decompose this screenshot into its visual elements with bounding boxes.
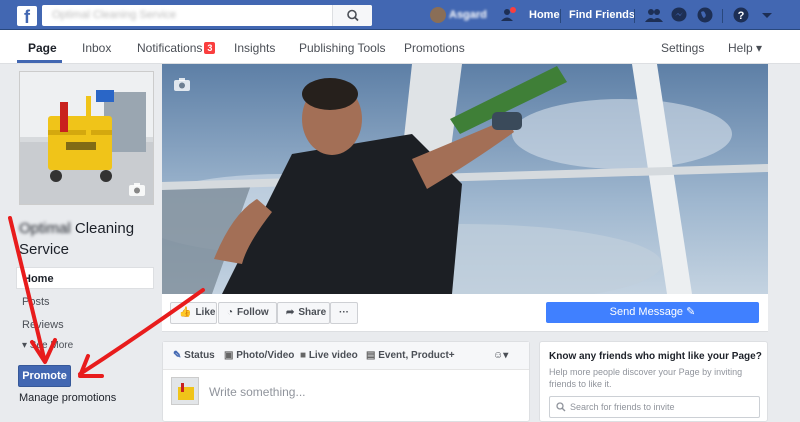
notification-count-badge: 3 (204, 42, 216, 54)
avatar (171, 377, 199, 405)
tab-live-video-label: Live video (308, 350, 358, 361)
tab-publishing-tools[interactable]: Publishing Tools (299, 41, 386, 55)
manage-promotions-link[interactable]: Manage promotions (19, 392, 116, 404)
tab-live-video[interactable]: ■ Live video (300, 350, 358, 361)
divider (722, 9, 723, 23)
share-button-label: Share (298, 307, 327, 318)
avatar[interactable] (430, 7, 446, 23)
camera-icon[interactable] (129, 183, 145, 196)
sidebar-item-see-more[interactable]: ▾ See More (16, 335, 154, 357)
emoji-picker-icon[interactable]: ☺▾ (493, 350, 508, 361)
profile-name-link[interactable]: Asgard (449, 9, 487, 21)
tab-notifications[interactable]: Notifications 3 (137, 41, 216, 55)
invite-friends-card: Know any friends who might like your Pag… (539, 341, 768, 422)
sidebar-item-posts[interactable]: Posts (16, 291, 154, 313)
search-icon (347, 9, 359, 22)
page-title[interactable]: Optimal Cleaning Service (19, 218, 159, 260)
annotation-arrow-head (78, 354, 104, 378)
pencil-icon: ✎ (173, 350, 182, 361)
tab-status-label: Status (184, 350, 215, 361)
promote-button[interactable]: Promote (18, 365, 71, 387)
like-button-label: Like (195, 307, 216, 318)
tab-photo-video[interactable]: ▣ Photo/Video (224, 350, 294, 361)
find-friends-link[interactable]: Find Friends (569, 9, 635, 21)
help-icon[interactable]: ? (732, 6, 750, 24)
search-icon (556, 402, 566, 412)
tab-promotions[interactable]: Promotions (404, 41, 465, 55)
search-input[interactable]: Optimal Cleaning Service (42, 5, 372, 26)
friends-icon[interactable] (645, 6, 663, 24)
search-input-value: Optimal Cleaning Service (52, 9, 177, 21)
tab-help[interactable]: Help ▾ (728, 41, 762, 55)
svg-text:?: ? (738, 10, 745, 22)
tab-settings[interactable]: Settings (661, 41, 704, 55)
composer-tabs: ✎ Status ▣ Photo/Video ■ Live video ▤ Ev… (163, 342, 529, 370)
invite-description: Help more people discover your Page by i… (549, 367, 743, 389)
follow-button-label: Follow (237, 307, 269, 318)
cover-photo[interactable] (162, 64, 768, 294)
tab-event-product-label: Event, Product+ (378, 350, 455, 361)
search-button[interactable] (332, 5, 372, 26)
share-button[interactable]: ➦ Share (277, 302, 330, 324)
follow-button[interactable]: ◔ Follow (218, 302, 277, 324)
cover-photo-image (162, 64, 768, 294)
tab-insights[interactable]: Insights (234, 41, 275, 55)
top-navigation-bar: f Optimal Cleaning Service Asgard Home F… (0, 0, 800, 30)
home-link[interactable]: Home (529, 9, 560, 21)
tab-notifications-label: Notifications (137, 41, 203, 55)
divider (560, 9, 561, 23)
friend-requests-icon[interactable] (500, 6, 518, 24)
page-title-blurred: Optimal (19, 220, 71, 237)
post-composer: ✎ Status ▣ Photo/Video ■ Live video ▤ Ev… (162, 341, 530, 422)
invite-search-placeholder: Search for friends to invite (570, 402, 675, 412)
page-navigation-bar: Page Inbox Notifications 3 Insights Publi… (0, 30, 800, 64)
divider (634, 9, 635, 23)
share-arrow-icon: ➦ (286, 307, 295, 318)
caret-down-icon[interactable] (758, 6, 776, 24)
photo-icon: ▣ (224, 350, 234, 361)
like-button[interactable]: 👍 Like (170, 302, 217, 324)
messenger-icon[interactable] (670, 6, 688, 24)
tab-event-product[interactable]: ▤ Event, Product+ (366, 350, 455, 361)
tab-photo-video-label: Photo/Video (236, 350, 295, 361)
invite-title: Know any friends who might like your Pag… (549, 351, 762, 362)
composer-input[interactable]: Write something... (209, 385, 305, 399)
tab-status[interactable]: ✎ Status (173, 350, 215, 361)
tab-inbox[interactable]: Inbox (82, 41, 111, 55)
page-profile-picture[interactable] (19, 71, 154, 205)
more-options-button[interactable]: ··· (330, 302, 358, 324)
thumbs-up-icon: 👍 (179, 307, 192, 318)
facebook-logo-icon[interactable]: f (17, 6, 37, 26)
camera-icon[interactable] (174, 78, 190, 91)
send-message-button[interactable]: Send Message ✎ (546, 302, 759, 323)
video-camera-icon: ■ (300, 350, 307, 361)
rss-icon: ◔ (227, 307, 234, 318)
sidebar-item-home[interactable]: Home (16, 267, 154, 289)
active-tab-indicator (17, 60, 62, 63)
invite-search-input[interactable]: Search for friends to invite (549, 396, 760, 418)
globe-icon[interactable] (696, 6, 714, 24)
sidebar-item-reviews[interactable]: Reviews (16, 314, 154, 336)
tab-page[interactable]: Page (28, 41, 57, 55)
event-icon: ▤ (366, 350, 376, 361)
